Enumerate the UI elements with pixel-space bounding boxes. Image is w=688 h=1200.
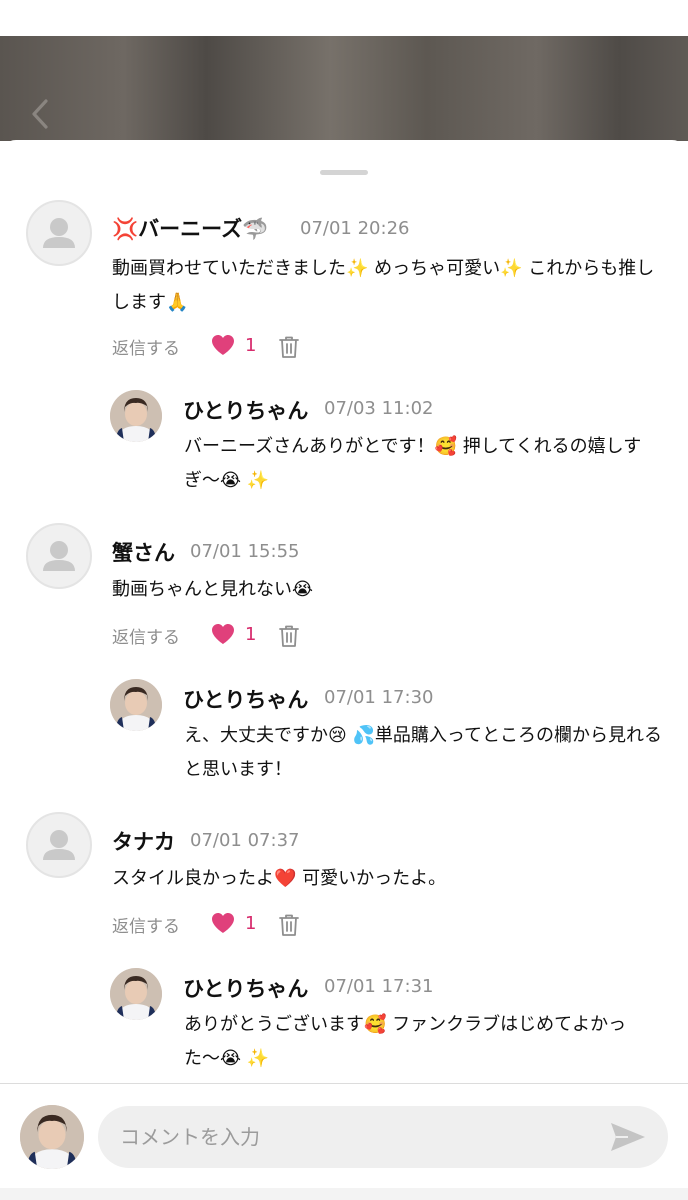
reply-text: ありがとうございます🥰 ファンクラブはじめてよかった〜😭 ✨ [184,1014,627,1069]
user-icon [43,218,75,248]
reply-author-name: ひとりちゃん [183,977,309,1001]
trash-icon [279,625,299,647]
chevron-left-icon [32,99,48,129]
commenter-name: タナカ [112,830,175,854]
reply-time: 07/01 17:31 [324,976,434,997]
reply-author-name: ひとりちゃん [183,688,309,712]
like-count: 1 [245,623,257,645]
delete-button[interactable] [278,335,300,359]
comment-composer [0,1083,688,1200]
heart-icon [212,913,234,933]
trash-icon [279,914,299,936]
comment-text: 動画ちゃんと見れない😭 [112,579,314,600]
creator-avatar[interactable] [110,679,162,731]
video-preview [0,36,688,141]
reply-button[interactable]: 返信する [112,623,180,648]
creator-photo [110,679,162,731]
like-count: 1 [245,912,257,934]
comment-text: スタイル良かったよ❤️ 可愛いかったよ。 [112,868,447,889]
back-button[interactable] [26,96,56,132]
user-icon [43,830,75,860]
comment-time: 07/01 07:37 [190,830,300,851]
comment-text: 動画買わせていただきました✨ めっちゃ可愛い✨ これからも推しします🙏 [112,258,655,313]
creator-avatar[interactable] [110,968,162,1020]
comment-time: 07/01 20:26 [300,218,410,239]
reply-text: え、大丈夫ですか😢 💦単品購入ってところの欄から見れると思います！ [184,725,662,780]
creator-photo [110,968,162,1020]
like-button[interactable]: 1 [211,912,256,934]
avatar[interactable] [26,812,92,878]
like-button[interactable]: 1 [211,334,256,356]
commenter-name: 💢バーニーズ🦈 [112,217,269,241]
user-icon [43,541,75,571]
delete-button[interactable] [278,913,300,937]
my-avatar[interactable] [20,1105,84,1169]
creator-photo [110,390,162,442]
comment-time: 07/01 15:55 [190,541,300,562]
status-area [0,0,688,36]
comment-input[interactable] [98,1106,668,1168]
reply-author-name: ひとりちゃん [183,399,309,423]
reply-button[interactable]: 返信する [112,334,180,359]
drag-handle[interactable] [320,170,368,175]
commenter-name: 蟹さん [112,541,175,565]
trash-icon [279,336,299,358]
heart-icon [212,624,234,644]
reply-button[interactable]: 返信する [112,912,180,937]
avatar[interactable] [26,523,92,589]
reply-text: バーニーズさんありがとです！🥰 押してくれるの嬉しすぎ〜😭 ✨ [184,436,642,491]
heart-icon [212,335,234,355]
creator-avatar[interactable] [110,390,162,442]
home-indicator-area [0,1188,688,1200]
delete-button[interactable] [278,624,300,648]
avatar[interactable] [26,200,92,266]
reply-time: 07/01 17:30 [324,687,434,708]
reply-time: 07/03 11:02 [324,398,434,419]
like-button[interactable]: 1 [211,623,256,645]
like-count: 1 [245,334,257,356]
my-photo [20,1105,84,1169]
send-button[interactable] [608,1120,648,1154]
send-icon [611,1123,645,1151]
